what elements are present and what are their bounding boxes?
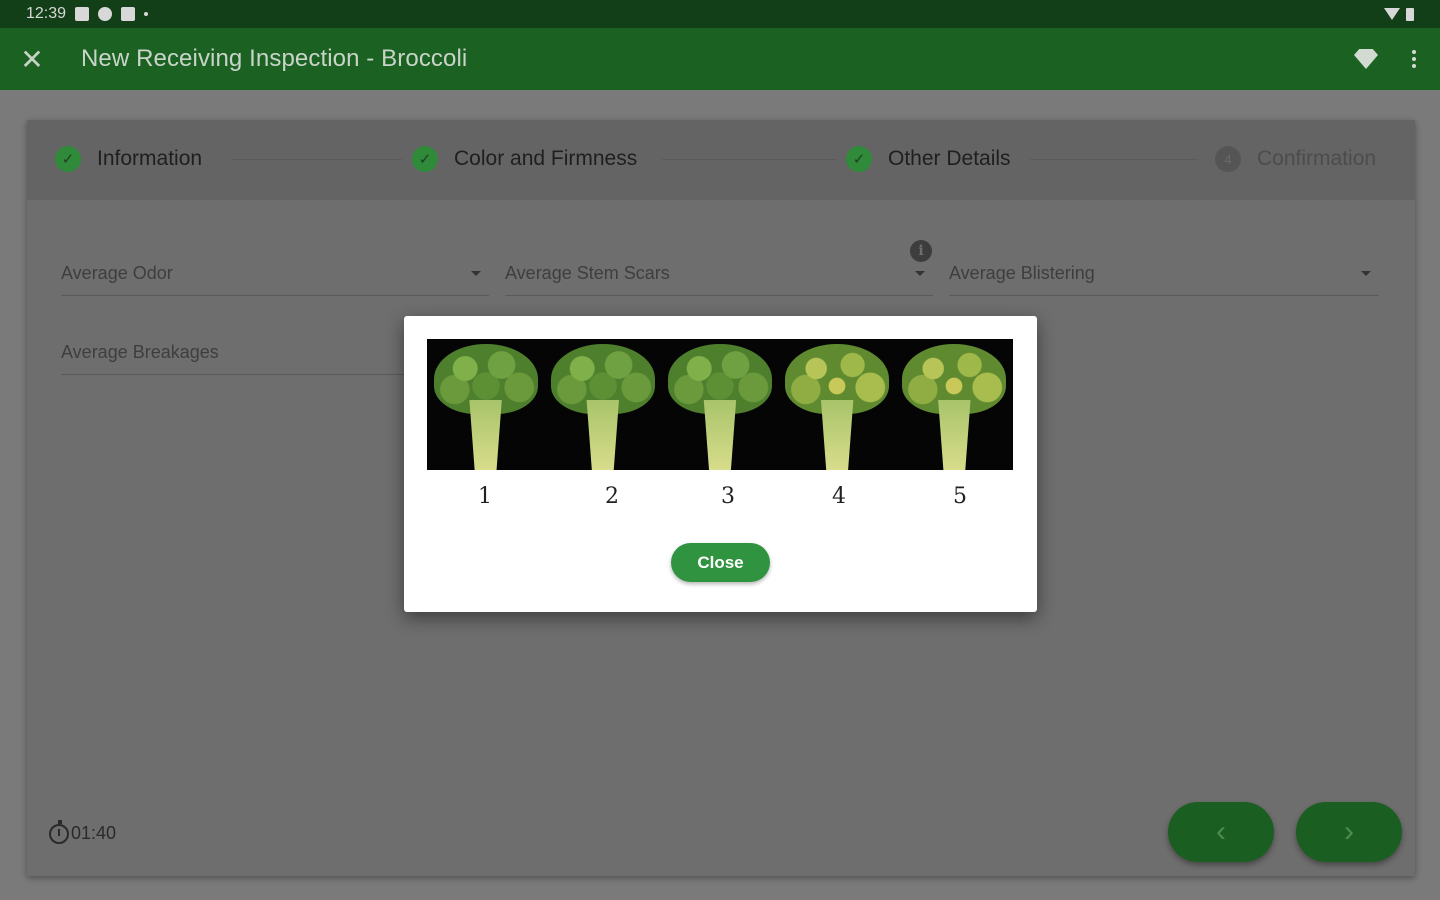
step-connector — [232, 159, 402, 160]
sync-icon — [98, 7, 113, 21]
step-connector — [662, 159, 837, 160]
scale-label-3: 3 — [721, 484, 735, 509]
timer-value: 01:40 — [71, 823, 117, 843]
close-icon[interactable]: ✕ — [0, 28, 64, 90]
step-other-details[interactable]: ✓ Other Details — [846, 146, 1011, 172]
average-odor-select[interactable]: Average Odor — [61, 252, 489, 296]
step-label: Confirmation — [1257, 147, 1377, 170]
status-bar: 12:39 — [0, 0, 1440, 28]
previous-button[interactable]: ‹ — [1168, 802, 1274, 862]
dropdown-caret-icon — [1361, 271, 1371, 276]
scale-label-4: 4 — [832, 484, 846, 509]
field-label: Average Stem Scars — [505, 263, 670, 283]
broccoli-sample-1 — [430, 340, 542, 470]
app-bar: ✕ New Receiving Inspection - Broccoli — [0, 28, 1440, 90]
broccoli-sample-5 — [898, 340, 1010, 470]
check-icon: ✓ — [412, 146, 438, 172]
scale-label-5: 5 — [953, 484, 967, 509]
close-button[interactable]: Close — [671, 543, 770, 582]
step-label: Color and Firmness — [454, 147, 638, 170]
page-title: New Receiving Inspection - Broccoli — [81, 45, 468, 72]
field-label: Average Breakages — [61, 342, 219, 362]
stopwatch-icon — [49, 819, 69, 844]
stem-scars-reference-dialog: 1 2 3 4 5 Close — [404, 316, 1037, 612]
step-color-and-firmness[interactable]: ✓ Color and Firmness — [412, 146, 637, 172]
field-label: Average Odor — [61, 263, 173, 283]
broccoli-sample-4 — [781, 340, 893, 470]
scale-label-2: 2 — [605, 484, 619, 509]
average-stem-scars-select[interactable]: Average Stem Scars — [505, 252, 933, 296]
step-confirmation[interactable]: 4 Confirmation — [1215, 146, 1376, 172]
gallery-icon — [75, 7, 90, 21]
status-time: 12:39 — [26, 5, 67, 22]
check-icon: ✓ — [846, 146, 872, 172]
dropdown-caret-icon — [915, 271, 925, 276]
step-label: Other Details — [888, 147, 1011, 170]
next-button[interactable]: › — [1296, 802, 1402, 862]
broccoli-sample-2 — [547, 340, 659, 470]
more-notifications-icon — [144, 12, 149, 16]
check-icon: ✓ — [55, 146, 81, 172]
broccoli-sample-3 — [664, 340, 776, 470]
field-label: Average Blistering — [949, 263, 1095, 283]
broccoli-scale-image — [427, 339, 1013, 470]
average-blistering-select[interactable]: Average Blistering — [949, 252, 1379, 296]
step-label: Information — [97, 147, 203, 170]
wifi-icon — [1384, 8, 1400, 20]
step-connector — [1030, 159, 1198, 160]
stepper: ✓ Information ✓ Color and Firmness ✓ Oth… — [27, 120, 1415, 200]
cast-icon — [121, 7, 136, 21]
more-vert-icon[interactable] — [1408, 50, 1420, 68]
step-number: 4 — [1215, 146, 1241, 172]
dropdown-caret-icon — [471, 271, 481, 276]
step-information[interactable]: ✓ Information — [55, 146, 202, 172]
scale-label-1: 1 — [478, 484, 492, 509]
battery-icon — [1406, 7, 1414, 21]
timer: 01:40 — [49, 819, 117, 844]
diamond-icon[interactable] — [1354, 49, 1378, 69]
